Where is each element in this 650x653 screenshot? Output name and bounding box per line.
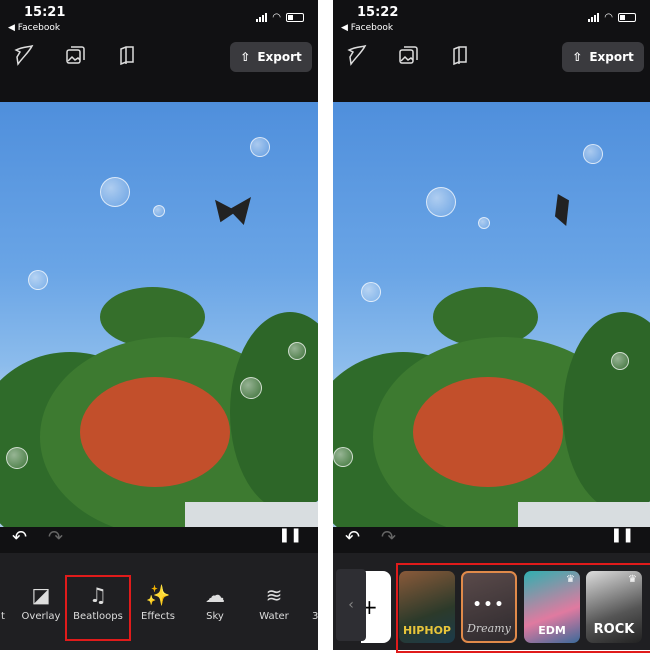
gallery-icon[interactable] <box>397 44 419 66</box>
wifi-icon: ◠ <box>604 12 613 23</box>
wifi-icon: ◠ <box>272 12 281 23</box>
share-icon: ⇧ <box>572 50 583 64</box>
status-time: 15:21 <box>24 5 66 20</box>
chevron-left-icon: ‹ <box>348 597 354 613</box>
tool-overlay[interactable]: ◪ Overlay <box>11 583 71 622</box>
photo-preview[interactable] <box>0 102 318 527</box>
tool-sky[interactable]: ☁ Sky <box>185 583 245 622</box>
screen-right: 15:22 ◀ Facebook ◠ ⇧ Export ↶ ↷ ❚❚ + ‹ HI… <box>333 0 650 650</box>
beatloops-highlight <box>65 575 131 641</box>
beatloops-highlight <box>396 563 650 653</box>
butterfly <box>215 197 251 225</box>
undo-icon[interactable]: ↶ <box>345 527 360 548</box>
status-time: 15:22 <box>357 5 399 20</box>
tool-effects[interactable]: ✨ Effects <box>128 583 188 622</box>
tool-3d[interactable]: 3D <box>289 583 318 622</box>
tool-bar: t ◪ Overlay ♫ Beatloops ✨ Effects ☁ Sky ≋ Wat… <box>0 553 318 650</box>
book-icon[interactable] <box>116 44 138 66</box>
book-icon[interactable] <box>449 44 471 66</box>
undo-icon[interactable]: ↶ <box>12 527 27 548</box>
cloud-icon: ☁ <box>205 583 225 607</box>
pause-icon[interactable]: ❚❚ <box>279 527 302 543</box>
pause-icon[interactable]: ❚❚ <box>611 527 634 543</box>
back-to-facebook[interactable]: ◀ Facebook <box>8 23 60 33</box>
share-icon: ⇧ <box>240 50 251 64</box>
overlay-icon: ◪ <box>31 583 51 607</box>
feather-icon[interactable] <box>12 44 34 66</box>
export-button[interactable]: ⇧ Export <box>562 42 644 72</box>
signal-icon <box>256 13 268 22</box>
redo-icon[interactable]: ↷ <box>381 527 396 548</box>
photo-preview[interactable] <box>333 102 650 527</box>
back-to-facebook[interactable]: ◀ Facebook <box>341 23 393 33</box>
butterfly <box>555 194 569 226</box>
screen-left: 15:21 ◀ Facebook ◠ ⇧ Export ↶ ↷ ❚❚ t ◪ Ove… <box>0 0 318 650</box>
status-icons: ◠ <box>588 12 636 23</box>
battery-icon <box>618 13 636 22</box>
feather-icon[interactable] <box>345 44 367 66</box>
battery-icon <box>286 13 304 22</box>
status-icons: ◠ <box>256 12 304 23</box>
magic-wand-icon: ✨ <box>145 583 171 607</box>
export-button[interactable]: ⇧ Export <box>230 42 312 72</box>
gallery-icon[interactable] <box>64 44 86 66</box>
signal-icon <box>588 13 600 22</box>
redo-icon[interactable]: ↷ <box>48 527 63 548</box>
collapse-button[interactable]: ‹ <box>336 569 366 641</box>
